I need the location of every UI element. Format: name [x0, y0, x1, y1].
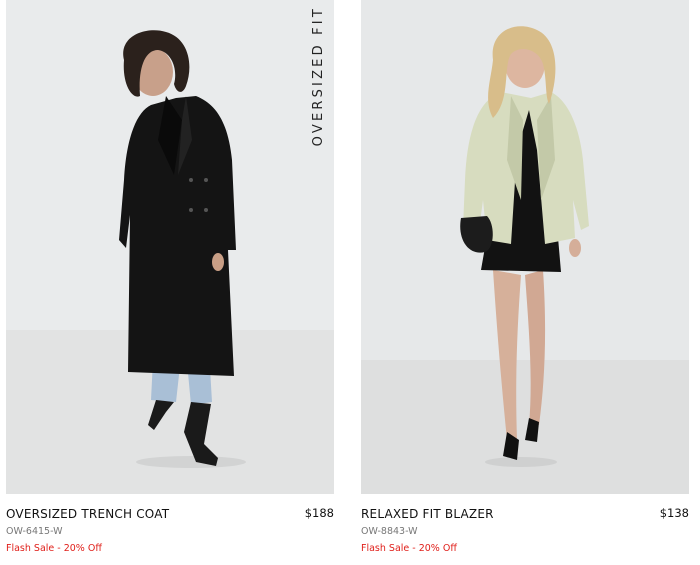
- model-illustration-trench: [119, 30, 246, 468]
- product-image-trench-coat[interactable]: OVERSIZED FIT: [6, 0, 334, 494]
- product-info-trench-coat: OVERSIZED TRENCH COAT $188 OW-6415-W Fla…: [6, 494, 334, 565]
- product-price: $138: [659, 506, 689, 520]
- product-info-blazer: RELAXED FIT BLAZER $138 OW-8843-W Flash …: [361, 494, 689, 565]
- product-image-blazer[interactable]: [361, 0, 689, 494]
- product-card-trench-coat[interactable]: OVERSIZED FIT OVERSIZED TRENCH COAT $188…: [6, 0, 334, 565]
- product-card-blazer[interactable]: RELAXED FIT BLAZER $138 OW-8843-W Flash …: [361, 0, 689, 565]
- product-sku: OW-6415-W: [6, 526, 63, 537]
- image-overlay-label: OVERSIZED FIT: [311, 6, 326, 147]
- product-name[interactable]: OVERSIZED TRENCH COAT: [6, 507, 169, 521]
- promo-badge: Flash Sale - 20% Off: [361, 543, 457, 554]
- product-sku: OW-8843-W: [361, 526, 418, 537]
- model-illustration-blazer: [460, 26, 589, 467]
- product-price: $188: [304, 506, 334, 520]
- product-name[interactable]: RELAXED FIT BLAZER: [361, 507, 494, 521]
- promo-badge: Flash Sale - 20% Off: [6, 543, 102, 554]
